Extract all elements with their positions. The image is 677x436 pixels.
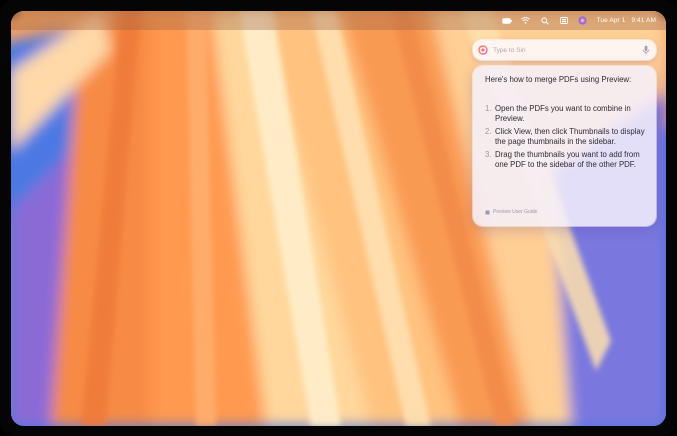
step-text: Drag the thumbnails you want to add from… [495, 150, 640, 169]
time-label: 9:41 AM [631, 17, 656, 24]
device-frame: Tue Apr 1 9:41 AM Type to Siri Here's ho… [0, 0, 677, 436]
step-number: 3. [485, 150, 492, 159]
search-icon[interactable] [540, 16, 550, 26]
siri-orb-icon [478, 45, 488, 55]
step-list: 1. Open the PDFs you want to combine in … [485, 104, 650, 173]
wifi-icon[interactable] [521, 16, 531, 26]
siri-input[interactable] [493, 43, 633, 57]
source-link[interactable]: Preview User Guide [485, 209, 537, 215]
battery-icon[interactable] [501, 16, 512, 26]
menu-bar: Tue Apr 1 9:41 AM [11, 11, 666, 30]
step-text: Open the PDFs you want to combine in Pre… [495, 104, 631, 123]
step-text: Click View, then click Thumbnails to dis… [495, 127, 645, 146]
menu-bar-status-area: Tue Apr 1 9:41 AM [501, 11, 656, 30]
siri-icon[interactable] [578, 16, 588, 26]
book-icon [485, 210, 490, 214]
source-label: Preview User Guide [493, 209, 538, 215]
list-item: 3. Drag the thumbnails you want to add f… [485, 150, 650, 170]
siri-text-field [473, 40, 656, 60]
siri-response-card: Here's how to merge PDFs using Preview: … [473, 66, 656, 226]
list-item: 2. Click View, then click Thumbnails to … [485, 127, 650, 147]
desktop-screen: Tue Apr 1 9:41 AM Type to Siri Here's ho… [11, 11, 666, 426]
list-item: 1. Open the PDFs you want to combine in … [485, 104, 650, 124]
step-number: 2. [485, 127, 492, 136]
control-center-icon[interactable] [559, 16, 569, 26]
response-title: Here's how to merge PDFs using Preview: [485, 75, 632, 84]
microphone-icon[interactable] [642, 45, 650, 55]
date-label: Tue Apr 1 [596, 17, 626, 24]
step-number: 1. [485, 104, 492, 113]
clock[interactable]: Tue Apr 1 9:41 AM [597, 17, 656, 24]
